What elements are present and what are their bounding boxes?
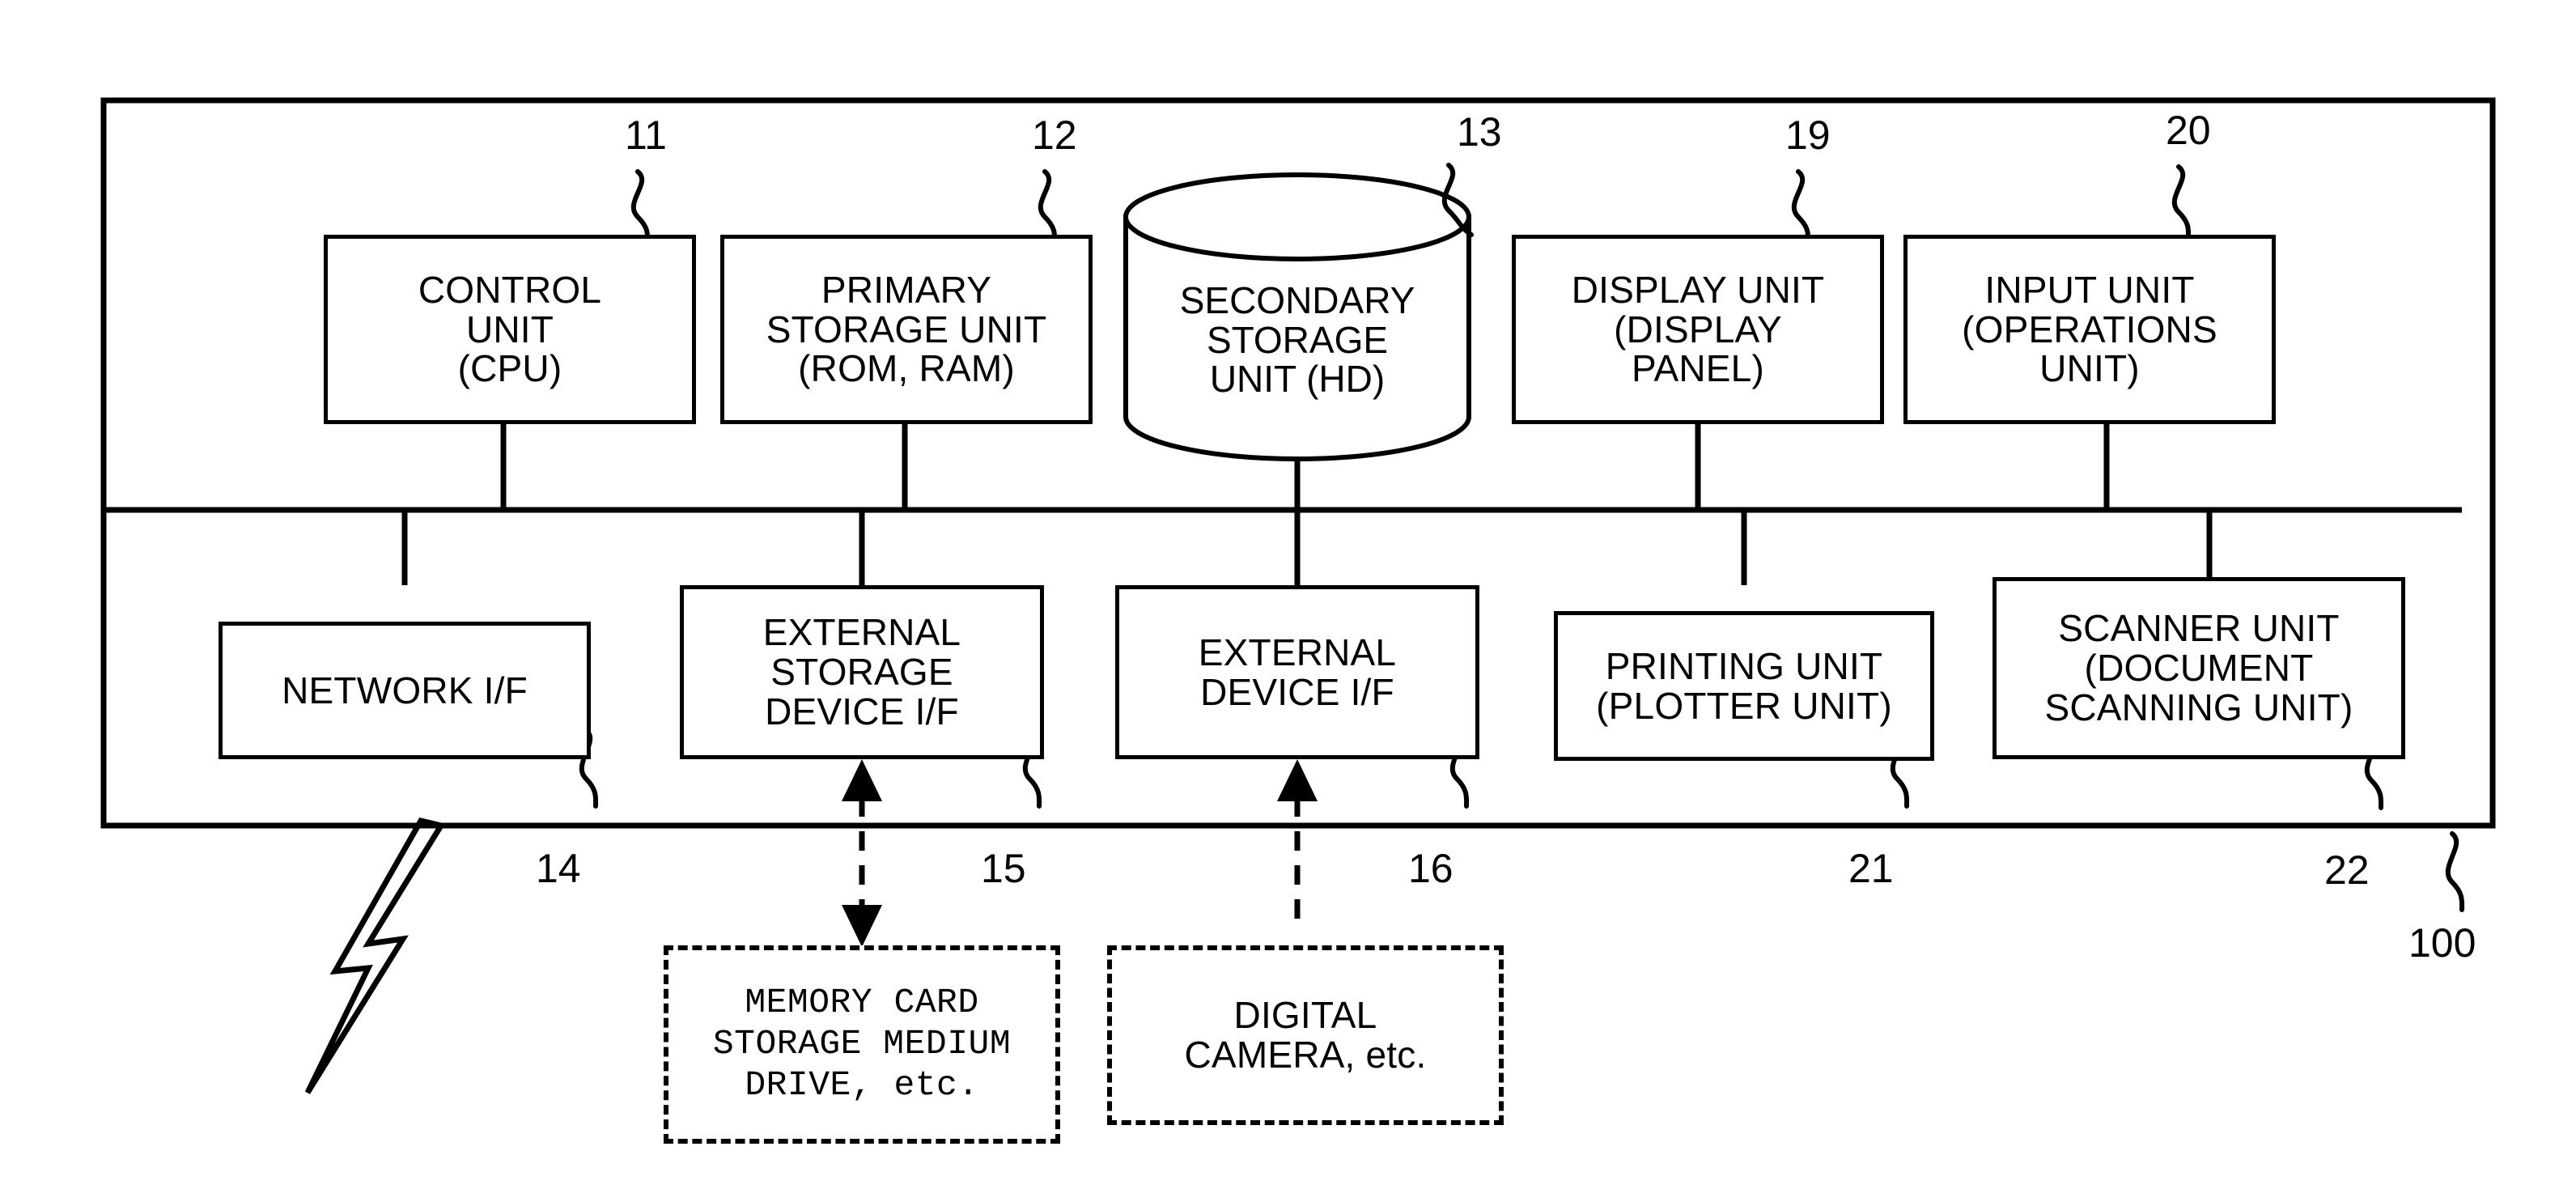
ref-number-20: 20 xyxy=(2166,108,2211,153)
block-label-control-unit: CONTROL UNIT (CPU) xyxy=(418,268,602,390)
block-label-primary-storage-unit: PRIMARY STORAGE UNIT (ROM, RAM) xyxy=(766,268,1047,390)
block-label-secondary-storage-unit: SECONDARY STORAGE UNIT (HD) xyxy=(1179,278,1415,401)
ref-number-14: 14 xyxy=(536,846,581,891)
block-label-display-unit: DISPLAY UNIT (DISPLAY PANEL) xyxy=(1571,268,1825,390)
block-secondary-storage-unit[interactable]: SECONDARY STORAGE UNIT (HD) xyxy=(1126,259,1469,421)
block-scanner-unit[interactable]: SCANNER UNIT (DOCUMENT SCANNING UNIT) xyxy=(1992,577,2405,759)
ref-number-19: 19 xyxy=(1785,113,1831,158)
block-label-printing-unit: PRINTING UNIT (PLOTTER UNIT) xyxy=(1596,644,1892,727)
block-external-storage-device-if[interactable]: EXTERNAL STORAGE DEVICE I/F xyxy=(680,585,1044,759)
block-network-if[interactable]: NETWORK I/F xyxy=(219,622,591,759)
block-label-network-if: NETWORK I/F xyxy=(282,669,528,711)
ref-number-11: 11 xyxy=(625,113,667,158)
block-label-memory-card-drive: MEMORY CARD STORAGE MEDIUM DRIVE, etc. xyxy=(712,983,1012,1105)
block-control-unit[interactable]: CONTROL UNIT (CPU) xyxy=(324,235,696,424)
leader-12 xyxy=(1038,169,1058,245)
ref-number-22: 22 xyxy=(2324,847,2370,893)
ref-number-15: 15 xyxy=(981,846,1026,891)
ref-number-21: 21 xyxy=(1848,846,1894,891)
lightning-bolt-icon xyxy=(304,817,446,1094)
block-memory-card-drive[interactable]: MEMORY CARD STORAGE MEDIUM DRIVE, etc. xyxy=(664,945,1060,1144)
dashed-arrow-memory-card xyxy=(842,759,882,947)
leader-20 xyxy=(2171,164,2192,242)
ref-number-16: 16 xyxy=(1408,846,1454,891)
leader-14top xyxy=(1791,169,1811,245)
block-label-digital-camera: DIGITAL CAMERA, etc. xyxy=(1184,994,1427,1076)
block-label-external-storage-device-if: EXTERNAL STORAGE DEVICE I/F xyxy=(762,611,961,733)
block-external-device-if[interactable]: EXTERNAL DEVICE I/F xyxy=(1115,585,1479,759)
dashed-arrow-digital-camera xyxy=(1277,759,1318,923)
leader-11 xyxy=(630,169,651,245)
block-label-external-device-if: EXTERNAL DEVICE I/F xyxy=(1198,631,1397,713)
block-label-scanner-unit: SCANNER UNIT (DOCUMENT SCANNING UNIT) xyxy=(2044,607,2353,728)
block-primary-storage-unit[interactable]: PRIMARY STORAGE UNIT (ROM, RAM) xyxy=(720,235,1093,424)
block-display-unit[interactable]: DISPLAY UNIT (DISPLAY PANEL) xyxy=(1512,235,1884,424)
block-digital-camera[interactable]: DIGITAL CAMERA, etc. xyxy=(1107,945,1504,1125)
ref-number-100: 100 xyxy=(2408,920,2476,966)
ref-number-12: 12 xyxy=(1032,113,1077,158)
block-label-input-unit: INPUT UNIT (OPERATIONS UNIT) xyxy=(1962,268,2217,390)
figure-canvas: CONTROL UNIT (CPU) 11 PRIMARY STORAGE UN… xyxy=(0,0,2576,1189)
ref-number-13: 13 xyxy=(1457,109,1502,155)
block-input-unit[interactable]: INPUT UNIT (OPERATIONS UNIT) xyxy=(1903,235,2276,424)
leader-100 xyxy=(2445,831,2465,912)
block-printing-unit[interactable]: PRINTING UNIT (PLOTTER UNIT) xyxy=(1554,611,1934,761)
